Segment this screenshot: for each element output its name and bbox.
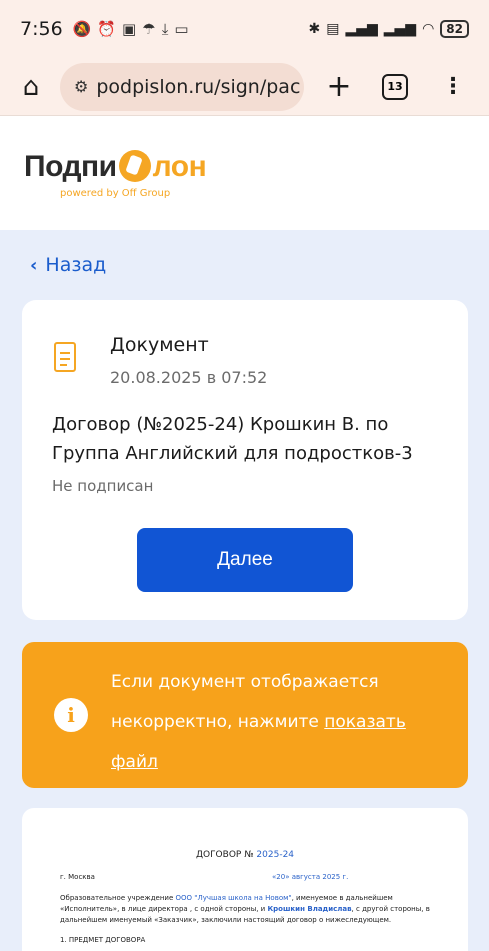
new-tab-icon[interactable]: + [324, 69, 354, 104]
status-time: 7:56 [20, 18, 63, 40]
battery-indicator: 82 [440, 20, 469, 38]
document-date: 20.08.2025 в 07:52 [110, 368, 268, 387]
document-name: Договор (№2025-24) Крошкин В. по Группа … [52, 414, 413, 464]
document-card: Документ 20.08.2025 в 07:52 Договор (№20… [22, 300, 468, 620]
nfc-icon: ▣ [122, 20, 137, 38]
home-icon[interactable]: ⌂ [14, 70, 48, 104]
preview-date: «20» августа 2025 г. [272, 873, 349, 881]
umbrella-icon: ☂ [142, 20, 156, 38]
status-badge: Не подписан [52, 477, 154, 495]
status-bar: 7:56 🔕 ⏰ ▣ ☂ ⤓ ▭ ✱ ▤ ▂▄▆ ▂▄▆ ◠ 82 [0, 0, 489, 58]
system-icons: ✱ ▤ ▂▄▆ ▂▄▆ ◠ 82 [308, 20, 469, 38]
signal-icon: ▂▄▆ [345, 21, 378, 37]
brand-logo[interactable]: Подпи лон [24, 150, 207, 184]
notification-icons: 🔕 ⏰ ▣ ☂ ⤓ ▭ [73, 20, 189, 38]
volte-icon: ▤ [326, 21, 340, 37]
logo-text-left: Подпи [24, 150, 117, 183]
signal-icon: ▂▄▆ [383, 21, 417, 37]
warning-text: Если документ отображается некорректно, … [111, 672, 406, 772]
back-link[interactable]: ‹ Назад [30, 254, 106, 276]
preview-section: 1. ПРЕДМЕТ ДОГОВОРА [60, 936, 146, 944]
wifi-icon: ◠ [422, 21, 435, 37]
back-label: Назад [45, 254, 107, 276]
logo-mark-icon [118, 150, 151, 182]
site-settings-icon[interactable]: ⚙ [74, 77, 88, 96]
preview-city: г. Москва [60, 873, 95, 881]
download-icon: ⤓ [161, 20, 169, 38]
alarm-icon: ⏰ [97, 20, 117, 38]
preview-body: Образовательное учреждение ООО "Лучшая ш… [60, 894, 430, 924]
next-button[interactable]: Далее [137, 528, 353, 592]
tab-switcher-button[interactable]: 13 [382, 73, 408, 100]
logo-tagline: powered by Off Group [60, 188, 171, 199]
logo-text-right: лон [152, 150, 207, 183]
bluetooth-icon: ✱ [308, 21, 321, 37]
chevron-left-icon: ‹ [30, 254, 38, 276]
bell-off-icon: 🔕 [72, 20, 92, 38]
preview-title: ДОГОВОР № 2025-24 [195, 850, 295, 860]
browser-toolbar: ⌂ ⚙ podpislon.ru/sign/pac + 13 ⋮ [0, 58, 489, 116]
document-preview[interactable]: ДОГОВОР № 2025-24 г. Москва «20» августа… [22, 808, 468, 951]
url-text[interactable]: podpislon.ru/sign/pac [96, 76, 300, 98]
card-icon: ▭ [174, 20, 189, 38]
info-icon: i [54, 698, 88, 732]
warning-banner: i Если документ отображается некорректно… [22, 642, 468, 788]
document-icon [54, 342, 76, 372]
site-header: Подпи лон powered by Off Group [0, 116, 489, 230]
address-bar[interactable]: ⚙ podpislon.ru/sign/pac [60, 62, 304, 111]
more-menu-icon[interactable]: ⋮ [442, 74, 464, 99]
document-title: Документ [110, 334, 209, 356]
